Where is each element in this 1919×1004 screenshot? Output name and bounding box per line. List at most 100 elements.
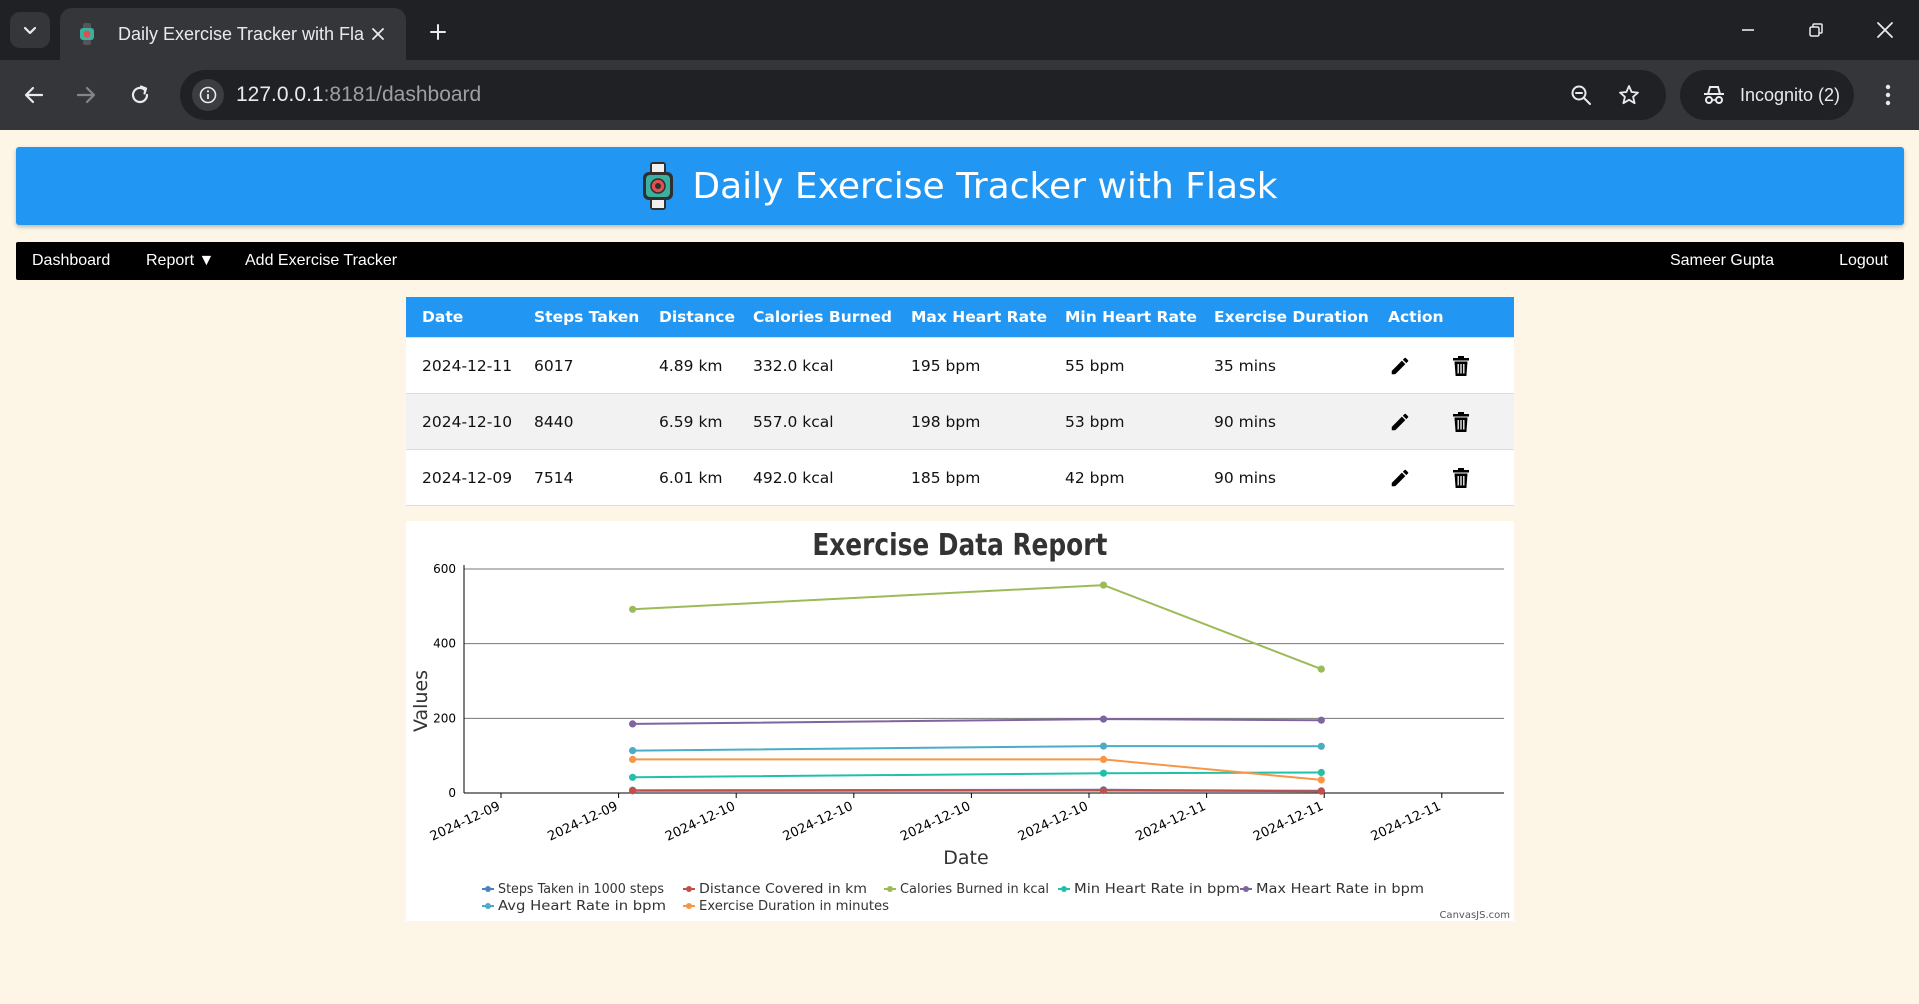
nav-report-dropdown[interactable]: Report ▼ [130,242,230,280]
series-line [632,771,1322,779]
y-axis-title: Values [410,670,432,732]
cell-min-heart-rate: 42 bpm [1049,449,1198,506]
y-tick-label: 200 [433,711,456,725]
table-row: 2024-12-10 8440 6.59 km 557.0 kcal 198 b… [406,393,1514,450]
cell-steps: 6017 [518,337,643,394]
forward-button[interactable] [68,77,104,113]
data-point [1317,787,1325,795]
legend-marker-dot [1061,886,1067,892]
column-header-min-heart-rate: Min Heart Rate [1049,297,1198,338]
page-title: Daily Exercise Tracker with Flask [692,165,1278,207]
cell-min-heart-rate: 55 bpm [1049,337,1198,394]
minimize-button[interactable] [1720,10,1776,50]
restore-button[interactable] [1788,10,1844,50]
cell-duration: 35 mins [1198,337,1372,394]
browser-menu-button[interactable] [1870,77,1906,113]
x-tick-label: 2024-12-11 [1369,799,1444,845]
data-point [1099,769,1108,777]
url-path: :8181/dashboard [323,83,482,106]
nav-user-name[interactable]: Sameer Gupta [1654,242,1790,280]
nav-dashboard-link[interactable]: Dashboard [16,242,126,280]
data-point [629,773,637,781]
series-line [632,745,1322,752]
table-header-row: Date Steps Taken Distance Calories Burne… [406,297,1514,338]
delete-trash-icon[interactable] [1447,464,1475,492]
site-info-icon[interactable] [192,79,224,111]
data-point [1317,742,1325,750]
exercise-report-chart: Exercise Data Report 0 200 400 600 2024-12-09… [406,521,1514,921]
legend-entry: Min Heart Rate in bpm [1074,882,1240,897]
cell-date: 2024-12-09 [406,449,518,506]
close-icon [1877,22,1893,38]
url-host: 127.0.0.1 [236,83,324,106]
data-point [1099,581,1108,589]
x-tick-label: 2024-12-10 [781,799,856,845]
data-point [1099,786,1108,795]
smartwatch-icon [642,162,674,210]
nav-logout-link[interactable]: Logout [1823,242,1904,280]
data-point [1317,665,1325,673]
exercise-records-table: Date Steps Taken Distance Calories Burne… [406,297,1514,506]
data-point [1317,716,1325,724]
url-text[interactable]: 127.0.0.1:8181/dashboard [236,83,481,107]
cell-actions [1372,337,1514,394]
more-vertical-icon [1885,84,1891,106]
legend-entry: Distance Covered in km [699,882,867,897]
data-point [629,787,637,795]
cell-distance: 6.59 km [643,393,737,450]
smartwatch-favicon-icon [76,23,98,45]
chart-credit: CanvasJS.com [1439,910,1510,921]
zoom-icon[interactable] [1566,80,1596,110]
address-bar[interactable]: 127.0.0.1:8181/dashboard [180,70,1666,120]
new-tab-button[interactable] [420,14,456,50]
cell-max-heart-rate: 185 bpm [895,449,1049,506]
nav-add-exercise-link[interactable]: Add Exercise Tracker [229,242,413,280]
close-tab-icon[interactable] [364,20,392,48]
cell-date: 2024-12-11 [406,337,518,394]
x-tick-label: 2024-12-10 [663,799,738,845]
main-navbar: Dashboard Report ▼ Add Exercise Tracker … [16,242,1904,280]
series-line [632,718,1322,725]
cell-duration: 90 mins [1198,449,1372,506]
minimize-icon [1742,29,1754,31]
cell-actions [1372,449,1514,506]
cell-distance: 4.89 km [643,337,737,394]
back-button[interactable] [16,77,52,113]
edit-pencil-icon[interactable] [1386,464,1414,492]
bookmark-star-icon[interactable] [1614,80,1644,110]
x-tick-label: 2024-12-09 [545,799,620,845]
chart-title: Exercise Data Report [812,527,1107,562]
edit-pencil-icon[interactable] [1386,352,1414,380]
cell-steps: 8440 [518,393,643,450]
reload-button[interactable] [122,77,158,113]
x-axis-title: Date [943,847,988,869]
table-row: 2024-12-11 6017 4.89 km 332.0 kcal 195 b… [406,337,1514,394]
delete-trash-icon[interactable] [1447,408,1475,436]
edit-pencil-icon[interactable] [1386,408,1414,436]
cell-distance: 6.01 km [643,449,737,506]
browser-tab[interactable]: Daily Exercise Tracker with Flask [60,8,406,60]
table-row: 2024-12-09 7514 6.01 km 492.0 kcal 185 b… [406,449,1514,506]
cell-max-heart-rate: 195 bpm [895,337,1049,394]
reload-icon [131,85,149,104]
legend-entry: Exercise Duration in minutes [699,899,889,914]
incognito-indicator[interactable]: Incognito (2) [1680,70,1854,120]
arrow-left-icon [24,86,44,104]
legend-entry: Avg Heart Rate in bpm [498,899,666,914]
chart-canvas: Exercise Data Report 0 200 400 600 2024-12-09… [410,527,1510,921]
close-window-button[interactable] [1857,10,1913,50]
tab-search-button[interactable] [10,12,50,48]
legend-marker-dot [887,886,893,892]
delete-trash-icon[interactable] [1447,352,1475,380]
data-point [1099,755,1108,763]
incognito-label: Incognito (2) [1740,84,1841,105]
chevron-down-icon [23,26,37,35]
data-point [629,720,637,728]
x-tick-label: 2024-12-11 [1251,799,1326,845]
legend-entry: Steps Taken in 1000 steps [498,882,664,897]
browser-toolbar: 127.0.0.1:8181/dashboard Incognito (2) [0,60,1919,130]
x-tick-label: 2024-12-09 [428,799,503,845]
x-tick-label: 2024-12-10 [898,799,973,845]
x-tick-label: 2024-12-10 [1016,799,1091,845]
legend-entry: Calories Burned in kcal [900,882,1049,897]
